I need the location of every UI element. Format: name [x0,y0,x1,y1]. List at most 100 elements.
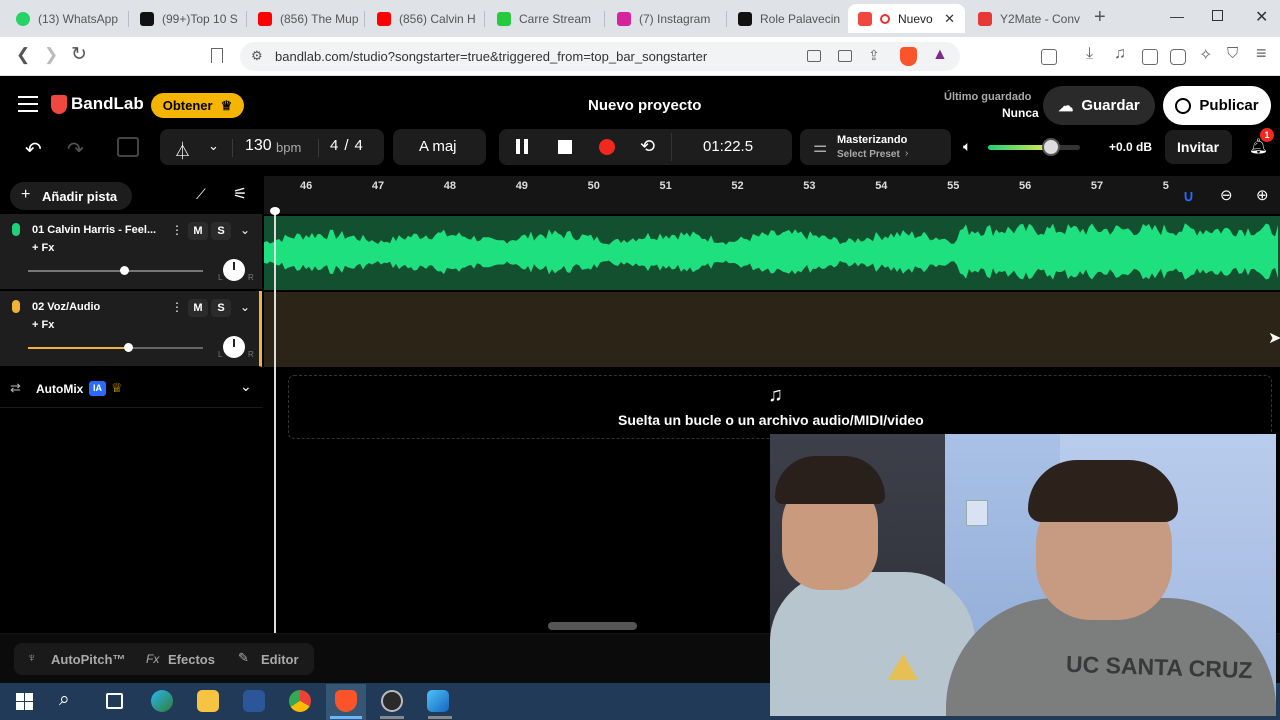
chevron-down-icon[interactable]: ⌄ [240,300,250,314]
mute-button[interactable]: M [188,222,208,240]
track-name[interactable]: 02 Voz/Audio [32,301,100,313]
piano-icon[interactable] [117,137,139,157]
automix-row[interactable]: ⇄ AutoMix IA ♕ ⌄ [0,370,262,408]
file-explorer-icon[interactable] [197,690,219,712]
solo-button[interactable]: S [211,222,231,240]
add-fx-button[interactable]: + Fx [32,242,54,254]
site-settings-icon[interactable]: ⚙ [251,48,263,64]
camera-blocked-icon[interactable] [807,50,821,62]
close-tab-icon[interactable]: ✕ [944,11,955,27]
windows-start-icon[interactable] [16,693,33,710]
chevron-down-icon[interactable]: ⌄ [240,223,250,237]
stop-icon[interactable] [558,140,572,154]
tempo-value[interactable]: 130 [245,137,272,155]
obs-icon[interactable] [381,690,403,712]
speaker-icon[interactable]: 🔈︎ [963,138,971,155]
timeline-ruler[interactable] [264,176,1280,214]
music-icon[interactable]: ♫ [1114,45,1126,63]
record-icon[interactable] [599,139,615,155]
cast-icon[interactable] [838,50,852,62]
vpn-icon[interactable]: ⛉ [1227,45,1238,62]
playhead[interactable] [274,210,276,633]
pan-knob[interactable] [223,259,245,281]
editor-button[interactable]: Editor [261,652,299,667]
tab-tiktok[interactable]: (99+)Top 10 S [130,4,242,33]
address-bar[interactable]: ⚙ bandlab.com/studio?songstarter=true&tr… [240,42,960,71]
track-lane-1[interactable] [264,216,1280,290]
chrome-icon[interactable] [289,690,311,712]
share-icon[interactable]: ⇪ [868,47,880,64]
playhead-handle[interactable] [270,207,280,215]
menu-icon[interactable]: ≡ [1256,43,1267,64]
horizontal-scrollbar[interactable] [548,622,637,630]
ruler-bar-label: 54 [875,180,888,192]
brave-shields-icon[interactable] [900,47,917,66]
track-header-1[interactable]: 01 Calvin Harris - Feel... + Fx ⋮ M S ⌄ … [0,214,262,290]
tab-tiktok-2[interactable]: Role Palavecin [728,4,846,33]
reload-icon[interactable]: ↻ [71,43,87,66]
forward-icon[interactable]: ❯ [44,45,58,65]
leo-ai-icon[interactable]: ✧ [1199,45,1212,65]
tab-whatsapp[interactable]: (13) WhatsApp [6,4,124,33]
time-signature[interactable]: 4 / 4 [330,137,363,154]
reading-mode-icon[interactable] [1041,49,1057,65]
brand-name[interactable]: BandLab [71,94,144,114]
tab-bandlab-active[interactable]: Nuevo ✕ [848,4,965,33]
track-volume-slider[interactable] [28,270,203,272]
search-icon[interactable]: ⌕ [59,689,70,711]
zoom-out-icon[interactable]: ⊖ [1220,186,1233,204]
minimize-icon[interactable]: — [1170,8,1184,24]
download-icon[interactable]: ⤓ [1086,45,1093,63]
bookmark-icon[interactable] [211,48,223,63]
auto-icon[interactable]: ⟋ [196,186,206,203]
save-button[interactable]: ☁ Guardar [1043,86,1155,125]
track-header-2[interactable]: 02 Voz/Audio + Fx ⋮ M S ⌄ L R [0,291,262,367]
tab-youtube-2[interactable]: (856) Calvin H [367,4,479,33]
effects-button[interactable]: Efectos [168,652,215,667]
track-volume-handle[interactable] [119,266,129,275]
close-window-icon[interactable]: ✕ [1255,7,1268,27]
redo-icon[interactable]: ↷ [67,137,84,162]
back-icon[interactable]: ❮ [16,45,30,65]
project-title[interactable]: Nuevo proyecto [588,97,701,114]
track-lane-2[interactable] [264,292,1280,367]
loop-icon[interactable]: ⟲ [640,136,655,157]
sidebar-icon[interactable] [1142,49,1158,65]
autopitch-button[interactable]: AutoPitch™ [51,652,125,667]
more-options-icon[interactable]: ⋮ [171,300,183,314]
task-view-icon[interactable] [106,693,123,709]
edge-icon[interactable] [151,690,173,712]
brave-rewards-icon[interactable]: ▲ [932,46,948,64]
master-volume-handle[interactable] [1041,138,1060,156]
metronome-dropdown-icon[interactable]: ⌄ [208,138,219,154]
tab-kick[interactable]: Carre Stream [487,4,599,33]
chevron-down-icon[interactable]: ⌄ [240,378,252,395]
tab-y2mate[interactable]: Y2Mate - Conv [968,4,1080,33]
zoom-in-icon[interactable]: ⊕ [1256,186,1269,204]
solo-button[interactable]: S [211,299,231,317]
tab-youtube-1[interactable]: (856) The Mup [248,4,360,33]
hamburger-menu-icon[interactable] [18,96,38,112]
time-sig-numerator: 4 [330,137,339,154]
track-volume-handle[interactable] [123,343,133,352]
more-options-icon[interactable]: ⋮ [171,223,183,237]
magnet-snap-icon[interactable]: ∪ [1183,187,1194,205]
word-icon[interactable] [243,690,265,712]
master-volume-slider[interactable] [988,145,1080,150]
photos-icon[interactable] [427,690,449,712]
undo-icon[interactable]: ↶ [25,137,42,162]
track-name[interactable]: 01 Calvin Harris - Feel... [32,224,156,236]
publish-button[interactable]: Publicar [1163,86,1271,125]
track-settings-icon[interactable]: ⚟ [233,184,247,204]
tab-instagram[interactable]: (7) Instagram [607,4,725,33]
restore-icon[interactable] [1212,10,1223,21]
new-tab-button[interactable]: + [1094,6,1106,29]
pan-knob[interactable] [223,336,245,358]
get-membership-button[interactable]: Obtener ♕ [151,93,244,118]
brave-icon[interactable] [335,690,357,712]
add-fx-button[interactable]: + Fx [32,319,54,331]
metronome-icon[interactable]: ⏃ [174,137,191,162]
pause-icon[interactable] [516,139,520,154]
wallet-icon[interactable] [1170,49,1186,65]
mute-button[interactable]: M [188,299,208,317]
